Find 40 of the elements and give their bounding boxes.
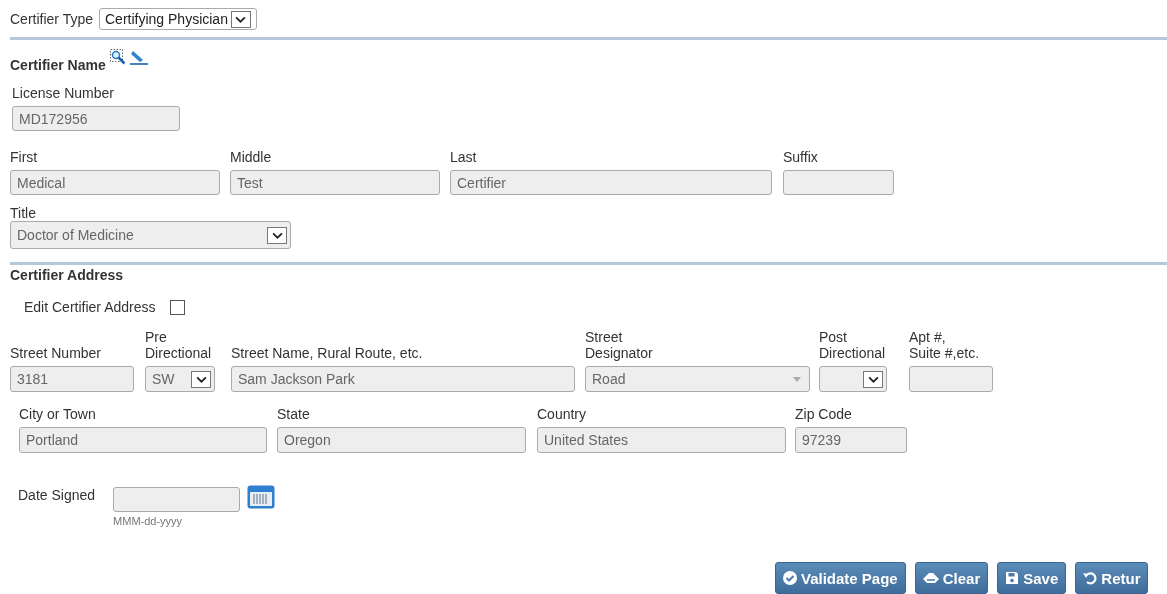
- dropdown-caret-icon: [863, 370, 883, 388]
- field-label: Last: [450, 149, 478, 165]
- field-label: City or Town: [19, 406, 97, 422]
- field-label: Post Directional: [819, 329, 887, 361]
- eraser-icon: [922, 572, 939, 584]
- undo-icon: [1083, 571, 1098, 585]
- check-icon: [783, 571, 797, 585]
- dropdown-caret-icon: [267, 226, 287, 244]
- field-label: Suffix: [783, 149, 819, 165]
- checkbox[interactable]: [169, 299, 185, 315]
- section-heading: Certifier Address: [10, 267, 124, 283]
- dropdown-caret-icon: [191, 370, 211, 388]
- floppy-icon: [1005, 571, 1020, 585]
- save-button[interactable]: Save: [997, 562, 1067, 594]
- dropdown-caret-icon: [230, 10, 251, 28]
- field-label: Date Signed: [18, 487, 96, 503]
- validate-button[interactable]: Validate Page: [775, 562, 906, 594]
- field-label: State: [277, 406, 311, 422]
- format-hint: MMM-dd-yyyy: [113, 515, 184, 527]
- field-label: Title: [10, 205, 37, 221]
- field-label: License Number: [12, 85, 115, 101]
- field-label: Middle: [230, 149, 273, 165]
- dropdown-caret-icon: [793, 376, 801, 382]
- field-label: Street Number: [10, 345, 103, 361]
- field-label: Certifier Type: [10, 11, 93, 27]
- field-label: Pre Directional: [145, 329, 213, 361]
- certifier-type-select[interactable]: Certifying Physician: [99, 8, 257, 30]
- field-label: First: [10, 149, 39, 165]
- field-label: Zip Code: [795, 406, 853, 422]
- clear-button[interactable]: Clear: [914, 562, 989, 594]
- section-heading: Certifier Name: [10, 57, 106, 73]
- checkbox-label: Edit Certifier Address: [24, 299, 156, 315]
- search-icon[interactable]: [109, 49, 126, 65]
- field-label: Street Designator: [585, 329, 654, 361]
- field-label: Street Name, Rural Route, etc.: [231, 345, 424, 361]
- calendar-icon[interactable]: [247, 485, 276, 509]
- return-button[interactable]: Retur: [1075, 562, 1149, 594]
- pencil-icon[interactable]: [129, 49, 148, 65]
- field-label: Apt #, Suite #,etc.: [909, 329, 981, 361]
- field-label: Country: [537, 406, 588, 422]
